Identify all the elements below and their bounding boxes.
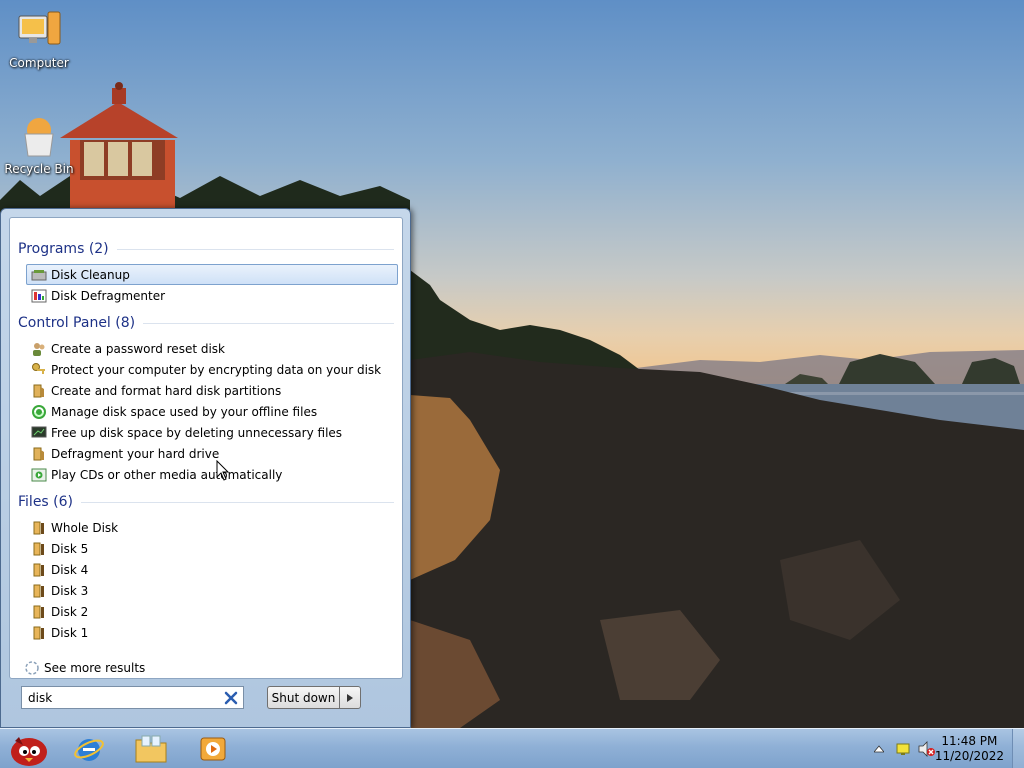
disk-cleanup-icon	[31, 269, 47, 280]
result-label: Disk 4	[51, 562, 89, 577]
result-label: Defragment your hard drive	[51, 446, 220, 461]
action-center-icon[interactable]	[896, 742, 910, 756]
desktop-icon-label: Recycle Bin	[4, 162, 74, 176]
group-header-label: Files (6)	[18, 494, 74, 510]
taskbar-windows-explorer[interactable]	[124, 731, 178, 767]
desktop-icon-recycle-bin[interactable]: Recycle Bin	[2, 112, 76, 176]
result-label: Disk 5	[51, 541, 89, 556]
sync-icon	[32, 404, 46, 419]
result-label: Disk 2	[51, 604, 89, 619]
file-icon	[33, 605, 44, 618]
result-disk-defragmenter[interactable]: Disk Defragmenter	[26, 285, 398, 306]
start-button[interactable]	[0, 731, 54, 767]
see-more-label: See more results	[44, 661, 146, 675]
divider	[116, 248, 394, 250]
shut-down-button[interactable]: Shut down	[267, 686, 339, 709]
start-menu: Programs (2) Disk Cleanup Disk Defragmen…	[0, 208, 411, 728]
search-icon	[25, 661, 39, 675]
result-label: Play CDs or other media automatically	[51, 467, 283, 482]
system-icon	[31, 426, 47, 437]
shutdown-options-button[interactable]	[339, 686, 361, 709]
result-file-disk-1[interactable]: Disk 1	[26, 622, 398, 643]
keys-icon	[32, 362, 45, 374]
chevron-right-icon	[347, 693, 353, 702]
result-file-whole-disk[interactable]: Whole Disk	[26, 517, 398, 538]
result-disk-cleanup[interactable]: Disk Cleanup	[26, 264, 398, 285]
result-label: Disk Cleanup	[51, 267, 130, 282]
result-label: Create a password reset disk	[51, 341, 225, 356]
users-icon	[33, 342, 45, 356]
volume-muted-icon[interactable]	[918, 741, 936, 757]
taskbar-internet-explorer[interactable]	[62, 731, 116, 767]
search-results-pane: Programs (2) Disk Cleanup Disk Defragmen…	[9, 217, 403, 679]
result-autoplay[interactable]: Play CDs or other media automatically	[26, 464, 398, 485]
group-header-label: Control Panel (8)	[18, 315, 136, 331]
admin-tools-icon	[33, 447, 44, 460]
divider	[143, 322, 394, 324]
file-icon	[33, 584, 44, 597]
result-file-disk-5[interactable]: Disk 5	[26, 538, 398, 559]
clock-time: 11:48 PM	[941, 734, 998, 748]
group-header-label: Programs (2)	[18, 241, 109, 257]
clock-date: 11/20/2022	[934, 749, 1004, 763]
internet-explorer-icon	[74, 739, 104, 761]
show-hidden-icons-icon[interactable]	[874, 745, 884, 753]
taskbar: 11:48 PM 11/20/2022	[0, 728, 1024, 768]
start-orb-icon	[11, 737, 47, 766]
result-label: Protect your computer by encrypting data…	[51, 362, 382, 377]
result-label: Create and format hard disk partitions	[51, 383, 282, 398]
result-password-reset-disk[interactable]: Create a password reset disk	[26, 338, 398, 359]
clear-search-icon[interactable]	[224, 691, 238, 705]
file-icon	[33, 563, 44, 576]
see-more-results-link[interactable]: See more results	[24, 660, 145, 676]
system-tray: 11:48 PM 11/20/2022	[864, 729, 1024, 768]
shutdown-group: Shut down	[267, 686, 361, 709]
file-icon	[33, 626, 44, 639]
windows-explorer-icon	[135, 735, 167, 763]
group-header-files: Files (6)	[18, 493, 394, 511]
system-clock[interactable]: 11:48 PM 11/20/2022	[935, 734, 1004, 764]
recycle-bin-icon	[24, 118, 54, 157]
autoplay-icon	[31, 468, 47, 481]
taskbar-media-player[interactable]	[186, 731, 240, 767]
result-free-up-space[interactable]: Free up disk space by deleting unnecessa…	[26, 422, 398, 443]
group-header-programs: Programs (2)	[18, 240, 394, 258]
file-icon	[33, 542, 44, 555]
result-label: Manage disk space used by your offline f…	[51, 404, 318, 419]
desktop-icon-computer[interactable]: Computer	[2, 6, 76, 70]
result-label: Free up disk space by deleting unnecessa…	[51, 425, 343, 440]
result-label: Disk Defragmenter	[51, 288, 166, 303]
desktop-icon-label: Computer	[9, 56, 69, 70]
disk-defragmenter-icon	[31, 289, 47, 302]
file-icon	[33, 521, 44, 534]
lighthouse	[60, 82, 178, 210]
group-header-control-panel: Control Panel (8)	[18, 314, 394, 332]
divider	[81, 501, 394, 503]
start-search-box[interactable]	[21, 686, 244, 709]
result-file-disk-4[interactable]: Disk 4	[26, 559, 398, 580]
result-offline-files[interactable]: Manage disk space used by your offline f…	[26, 401, 398, 422]
mouse-cursor-icon	[216, 460, 230, 481]
media-player-icon	[200, 737, 226, 761]
result-encrypt-disk[interactable]: Protect your computer by encrypting data…	[26, 359, 398, 380]
show-desktop-button[interactable]	[1012, 729, 1024, 768]
result-file-disk-3[interactable]: Disk 3	[26, 580, 398, 601]
result-file-disk-2[interactable]: Disk 2	[26, 601, 398, 622]
computer-icon	[18, 11, 61, 45]
result-defragment-drive[interactable]: Defragment your hard drive	[26, 443, 398, 464]
result-format-partitions[interactable]: Create and format hard disk partitions	[26, 380, 398, 401]
result-label: Disk 1	[51, 625, 89, 640]
result-label: Disk 3	[51, 583, 89, 598]
admin-tools-icon	[33, 384, 44, 397]
search-input[interactable]	[28, 690, 218, 705]
result-label: Whole Disk	[51, 520, 119, 535]
